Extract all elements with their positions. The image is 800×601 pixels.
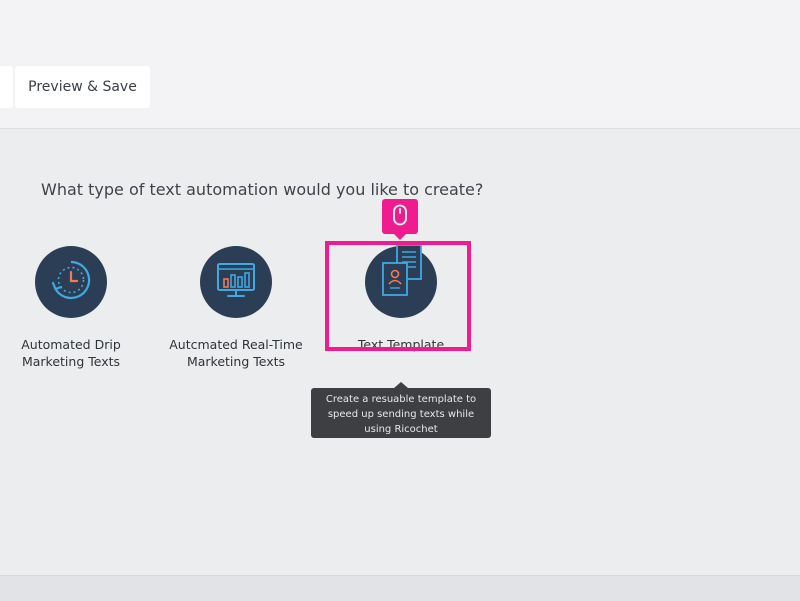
- option-label-line2: Marketing Texts: [186, 354, 286, 369]
- option-icon-circle: [365, 244, 437, 318]
- option-tooltip: Create a resuable template to speed up s…: [311, 382, 491, 438]
- document-template-icon: [375, 244, 427, 309]
- monitor-chart-icon: [212, 256, 260, 308]
- tab-preview-and-save[interactable]: Preview & Save: [15, 66, 150, 108]
- option-text-template[interactable]: Text Template: [326, 244, 476, 353]
- previous-tab[interactable]: [0, 66, 13, 108]
- click-indicator: [382, 199, 418, 240]
- option-label: Text Template: [326, 336, 476, 353]
- option-label-line1: Text Template: [357, 337, 445, 352]
- option-label-line1: Automated Drip: [21, 337, 121, 352]
- option-icon-circle: [35, 246, 107, 318]
- top-toolbar: Preview & Save: [0, 0, 800, 129]
- bottom-strip: [0, 575, 800, 601]
- page-question: What type of text automation would you l…: [41, 180, 484, 199]
- option-real-time[interactable]: Autcmated Real-Time Marketing Texts: [161, 246, 311, 370]
- option-label: Autcmated Real-Time Marketing Texts: [161, 336, 311, 370]
- option-label-line1: Autcmated Real-Time: [169, 337, 303, 352]
- option-automated-drip[interactable]: Automated Drip Marketing Texts: [0, 246, 146, 370]
- option-label: Automated Drip Marketing Texts: [0, 336, 146, 370]
- clock-cycle-icon: [47, 256, 95, 308]
- option-label-line2: Marketing Texts: [21, 354, 121, 369]
- option-icon-circle: [200, 246, 272, 318]
- mouse-icon: [392, 204, 408, 230]
